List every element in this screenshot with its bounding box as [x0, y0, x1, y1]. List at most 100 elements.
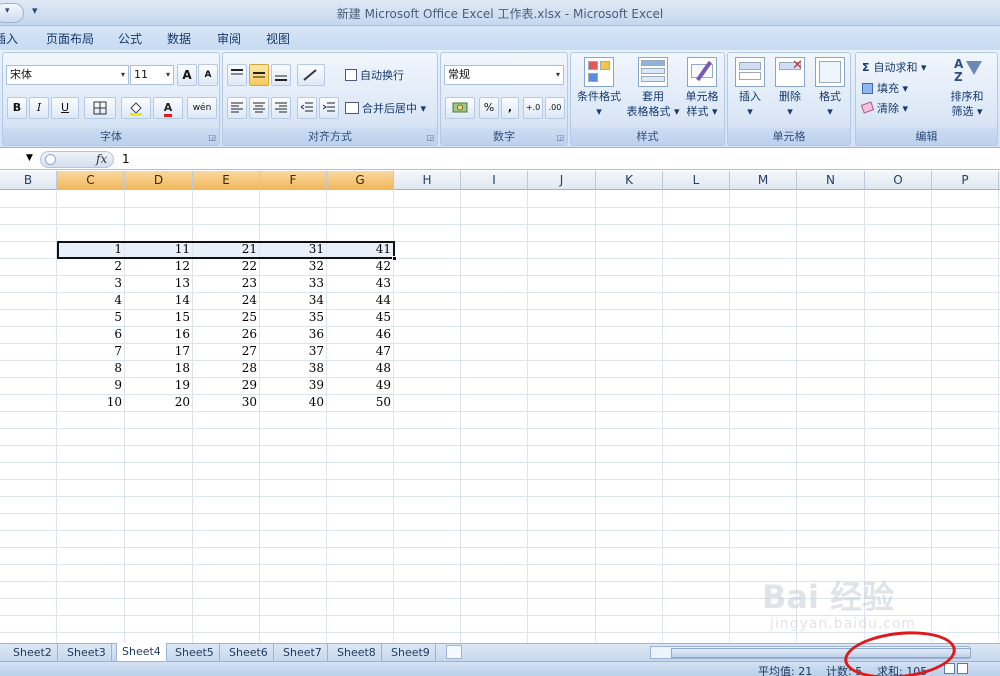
- grow-font-button[interactable]: A: [177, 64, 197, 86]
- cell[interactable]: 14: [125, 292, 193, 309]
- dialog-launcher-icon[interactable]: ◲: [556, 133, 564, 142]
- cell[interactable]: 34: [260, 292, 327, 309]
- cell[interactable]: 16: [125, 326, 193, 343]
- fill-handle[interactable]: [392, 256, 397, 261]
- dialog-launcher-icon[interactable]: ◲: [426, 133, 434, 142]
- cell[interactable]: 33: [260, 275, 327, 292]
- underline-button[interactable]: U: [51, 97, 79, 119]
- cell[interactable]: 42: [327, 258, 394, 275]
- cell[interactable]: 27: [193, 343, 260, 360]
- cell[interactable]: 26: [193, 326, 260, 343]
- delete-cells-button[interactable]: ✕ 删除 ▾: [770, 57, 810, 119]
- cell[interactable]: 15: [125, 309, 193, 326]
- column-header-n[interactable]: N: [797, 171, 865, 190]
- cell[interactable]: 13: [125, 275, 193, 292]
- cell[interactable]: 20: [125, 394, 193, 411]
- cell-styles-button[interactable]: 单元格 样式 ▾: [679, 57, 725, 119]
- cell[interactable]: 25: [193, 309, 260, 326]
- format-as-table-button[interactable]: 套用 表格格式 ▾: [625, 57, 681, 119]
- wrap-text-button[interactable]: 自动换行: [345, 67, 404, 83]
- dialog-launcher-icon[interactable]: ◲: [208, 133, 216, 142]
- column-header-m[interactable]: M: [730, 171, 797, 190]
- fill-button[interactable]: 填充 ▾: [862, 80, 908, 96]
- decrease-decimal-button[interactable]: .00: [545, 97, 565, 119]
- cell[interactable]: 46: [327, 326, 394, 343]
- sheet-tab-sheet5[interactable]: Sheet5: [170, 644, 220, 661]
- currency-button[interactable]: [445, 97, 475, 119]
- chevron-down-icon[interactable]: ▾: [121, 66, 125, 84]
- column-header-h[interactable]: H: [394, 171, 461, 190]
- cell[interactable]: 4: [57, 292, 125, 309]
- cell[interactable]: 39: [260, 377, 327, 394]
- increase-indent-button[interactable]: [319, 97, 339, 119]
- column-header-k[interactable]: K: [596, 171, 663, 190]
- merge-center-button[interactable]: 合并后居中 ▾: [345, 100, 426, 116]
- shrink-font-button[interactable]: A: [198, 64, 218, 86]
- sheet-tab-sheet7[interactable]: Sheet7: [278, 644, 328, 661]
- cell[interactable]: 44: [327, 292, 394, 309]
- formula-input[interactable]: 1: [122, 152, 130, 166]
- clear-button[interactable]: 清除 ▾: [860, 100, 908, 116]
- cell[interactable]: 40: [260, 394, 327, 411]
- tab-review[interactable]: 审阅: [217, 30, 241, 47]
- number-format-combo[interactable]: 常规 ▾: [444, 65, 564, 85]
- cell[interactable]: 48: [327, 360, 394, 377]
- tab-view[interactable]: 视图: [266, 30, 290, 47]
- cell[interactable]: 7: [57, 343, 125, 360]
- cell[interactable]: 17: [125, 343, 193, 360]
- column-header-d[interactable]: D: [125, 171, 193, 190]
- normal-view-icon[interactable]: [944, 663, 955, 674]
- font-color-button[interactable]: A: [153, 97, 183, 119]
- sheet-tab-sheet6[interactable]: Sheet6: [224, 644, 274, 661]
- decrease-indent-button[interactable]: [297, 97, 317, 119]
- cell[interactable]: 3: [57, 275, 125, 292]
- align-right-button[interactable]: [271, 97, 291, 119]
- align-left-button[interactable]: [227, 97, 247, 119]
- format-cells-button[interactable]: 格式 ▾: [810, 57, 850, 119]
- cell[interactable]: 2: [57, 258, 125, 275]
- sheet-tab-sheet3[interactable]: Sheet3: [62, 644, 112, 661]
- column-header-p[interactable]: P: [932, 171, 999, 190]
- align-bottom-button[interactable]: [271, 64, 291, 86]
- italic-button[interactable]: I: [29, 97, 49, 119]
- comma-button[interactable]: ,: [501, 97, 519, 119]
- expand-icon[interactable]: [45, 154, 56, 165]
- column-header-i[interactable]: I: [461, 171, 528, 190]
- sheet-tab-sheet2[interactable]: Sheet2: [8, 644, 58, 661]
- column-header-f[interactable]: F: [260, 171, 327, 190]
- cell[interactable]: 38: [260, 360, 327, 377]
- cell[interactable]: 8: [57, 360, 125, 377]
- sheet-tab-sheet9[interactable]: Sheet9: [386, 644, 436, 661]
- cell[interactable]: 49: [327, 377, 394, 394]
- tab-insert[interactable]: 插入: [0, 30, 18, 47]
- percent-button[interactable]: %: [479, 97, 499, 119]
- cell[interactable]: 24: [193, 292, 260, 309]
- tab-data[interactable]: 数据: [167, 30, 191, 47]
- align-middle-button[interactable]: [249, 64, 269, 86]
- cell[interactable]: 36: [260, 326, 327, 343]
- font-size-combo[interactable]: 11 ▾: [130, 65, 174, 85]
- cell[interactable]: 50: [327, 394, 394, 411]
- autosum-button[interactable]: Σ 自动求和 ▾: [862, 59, 927, 75]
- insert-cells-button[interactable]: 插入 ▾: [730, 57, 770, 119]
- column-header-j[interactable]: J: [528, 171, 596, 190]
- cell[interactable]: 30: [193, 394, 260, 411]
- column-header-l[interactable]: L: [663, 171, 730, 190]
- chevron-down-icon[interactable]: ▾: [417, 102, 426, 115]
- cell[interactable]: 37: [260, 343, 327, 360]
- cell[interactable]: 5: [57, 309, 125, 326]
- cell[interactable]: 9: [57, 377, 125, 394]
- increase-decimal-button[interactable]: +.0: [523, 97, 543, 119]
- column-header-o[interactable]: O: [865, 171, 932, 190]
- page-layout-view-icon[interactable]: [957, 663, 968, 674]
- sheet-tab-sheet8[interactable]: Sheet8: [332, 644, 382, 661]
- conditional-format-button[interactable]: 条件格式 ▾: [573, 57, 625, 119]
- sort-filter-button[interactable]: A Z 排序和 筛选 ▾: [936, 57, 998, 119]
- column-header-c[interactable]: C: [57, 171, 125, 190]
- fill-color-button[interactable]: [121, 97, 151, 119]
- cell[interactable]: 6: [57, 326, 125, 343]
- cell[interactable]: 12: [125, 258, 193, 275]
- border-button[interactable]: [84, 97, 116, 119]
- cell[interactable]: 35: [260, 309, 327, 326]
- name-box-dropdown-icon[interactable]: ▼: [26, 153, 33, 163]
